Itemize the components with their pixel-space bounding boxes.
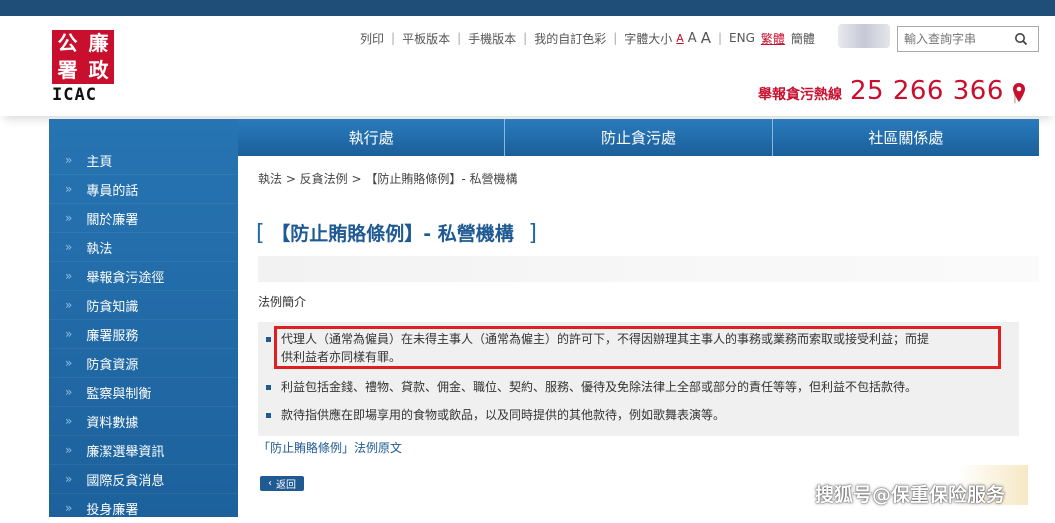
sidebar-item-elections[interactable]: » 廉潔選舉資訊 [49, 436, 238, 465]
seal-char: 政 [88, 58, 109, 82]
sidebar-item-careers[interactable]: » 投身廉署 [49, 494, 238, 523]
site-header: 公 廉 署 政 ICAC 列印 | 平板版本 | 手機版本 | 我的自訂色彩 | 字體大… [0, 16, 1055, 116]
sidebar-item-label: 防貪資源 [86, 357, 139, 373]
seal-char: 公 [57, 31, 78, 55]
list-item: 代理人（通常為僱員）在未得主事人（通常為僱主）的許可下，不得因辦理其主事人的事務… [266, 330, 929, 349]
page-title-text: 【防止賄賂條例】- 私營機構 [271, 223, 514, 245]
font-size-large[interactable]: A [701, 29, 711, 47]
bullet-icon [266, 413, 271, 418]
print-link[interactable]: 列印 [360, 30, 384, 47]
main-content: 執法 > 反貪法例 > 【防止賄賂條例】- 私營機構 [ 【防止賄賂條例】- 私… [238, 156, 1039, 517]
sidebar-item-commissioner[interactable]: » 專員的話 [49, 175, 238, 204]
chevron-right-icon: » [65, 327, 73, 341]
hotline-label: 舉報貪污熱線 [758, 87, 842, 103]
watermark: 搜狐号@保重保险服务 [815, 484, 1006, 506]
section-title: 法例簡介 [258, 295, 307, 309]
sidebar-item-enforcement[interactable]: » 執法 [49, 233, 238, 262]
chevron-right-icon: » [65, 443, 73, 457]
logo-text: ICAC [52, 85, 97, 105]
chevron-right-icon: » [65, 414, 73, 428]
custom-colors-link[interactable]: 我的自訂色彩 [534, 30, 606, 47]
logo-seal: 公 廉 署 政 [52, 30, 114, 84]
utility-links: 列印 | 平板版本 | 手機版本 | 我的自訂色彩 | 字體大小 A A A | ENG … [360, 29, 815, 47]
seal-char: 廉 [88, 31, 109, 55]
sidebar-item-resources[interactable]: » 防貪資源 [49, 349, 238, 378]
list-item-continuation: 供利益者亦同樣有罪。 [281, 350, 402, 364]
bullet-text: 利益包括金錢、禮物、貸款、佣金、職位、契約、服務、優待及免除法律上全部或部分的責… [281, 380, 918, 394]
tab-corruption-prevention[interactable]: 防止貪污處 [505, 119, 773, 156]
chevron-right-icon: » [65, 356, 73, 370]
sidebar-item-knowledge[interactable]: » 防貪知識 [49, 291, 238, 320]
hotline: 舉報貪污熱線 25 266 366 | [758, 76, 1026, 106]
sidebar-item-label: 專員的話 [86, 183, 139, 199]
chevron-right-icon: » [65, 182, 73, 196]
hotline-number[interactable]: 25 266 366 [850, 76, 1004, 106]
traditional-chinese-link[interactable]: 繁體 [761, 30, 785, 47]
tab-operations[interactable]: 執行處 [238, 119, 506, 156]
bullet-icon [266, 337, 271, 342]
english-link[interactable]: ENG [729, 31, 755, 45]
sidebar-item-label: 關於廉署 [86, 212, 139, 228]
bullet-text: 款待指供應在即場享用的食物或飲品，以及同時提供的其他款待，例如歌舞表演等。 [281, 408, 726, 422]
sidebar-item-label: 廉署服務 [86, 328, 139, 344]
faded-banner [258, 256, 1039, 282]
sidebar-item-label: 防貪知識 [86, 299, 139, 315]
sidebar-nav: » 主頁 » 專員的話 » 關於廉署 » 執法 » 舉報貪污途徑 » 防貪知識 » 廉署服務 … [49, 119, 238, 523]
seal-char: 署 [57, 58, 78, 82]
page-title: [ 【防止賄賂條例】- 私營機構 ] [256, 221, 537, 246]
sidebar-item-services[interactable]: » 廉署服務 [49, 320, 238, 349]
bullet-text: 代理人（通常為僱員）在未得主事人（通常為僱主）的許可下，不得因辦理其主事人的事務… [281, 332, 930, 346]
chevron-right-icon: » [65, 153, 73, 167]
sidebar-item-label: 投身廉署 [86, 502, 139, 518]
chevron-right-icon: » [65, 385, 73, 399]
sidebar-item-label: 執法 [86, 241, 113, 257]
font-size-label: 字體大小 [624, 31, 673, 46]
tab-community-relations[interactable]: 社區關係處 [773, 119, 1039, 156]
sidebar-item-about[interactable]: » 關於廉署 [49, 204, 238, 233]
list-item: 款待指供應在即場享用的食物或飲品，以及同時提供的其他款待，例如歌舞表演等。 [266, 406, 725, 425]
font-size-small[interactable]: A [676, 32, 684, 45]
icac-logo[interactable]: 公 廉 署 政 ICAC [52, 30, 114, 105]
list-item: 利益包括金錢、禮物、貸款、佣金、職位、契約、服務、優待及免除法律上全部或部分的責… [266, 378, 917, 397]
mobile-version-link[interactable]: 手機版本 [468, 30, 516, 47]
search-box [897, 26, 1039, 52]
search-icon[interactable] [1010, 28, 1032, 50]
back-button[interactable]: ‹ 返回 [260, 476, 304, 491]
sidebar-item-report[interactable]: » 舉報貪污途徑 [49, 262, 238, 291]
sidebar-item-checks[interactable]: » 監察與制衡 [49, 378, 238, 407]
sidebar-item-label: 監察與制衡 [86, 386, 152, 402]
simplified-chinese-link[interactable]: 簡體 [791, 30, 815, 47]
location-pin-icon[interactable] [1011, 82, 1027, 108]
sidebar-item-label: 主頁 [86, 154, 113, 170]
sidebar-item-label: 廉潔選舉資訊 [86, 444, 165, 460]
sidebar-item-international[interactable]: » 國際反貪消息 [49, 465, 238, 494]
breadcrumb[interactable]: 執法 > 反貪法例 > 【防止賄賂條例】- 私營機構 [258, 170, 518, 187]
summary-box: 代理人（通常為僱員）在未得主事人（通常為僱主）的許可下，不得因辦理其主事人的事務… [258, 322, 1019, 436]
chevron-right-icon: » [65, 501, 73, 515]
chevron-right-icon: » [65, 472, 73, 486]
sidebar-item-data[interactable]: » 資料數據 [49, 407, 238, 436]
tablet-version-link[interactable]: 平板版本 [402, 30, 450, 47]
main-nav-tabs: 執行處 防止貪污處 社區關係處 [238, 119, 1039, 156]
bullet-icon [266, 385, 271, 390]
chevron-right-icon: » [65, 298, 73, 312]
top-bar [0, 0, 1055, 16]
sidebar-item-label: 國際反貪消息 [86, 473, 165, 489]
chevron-left-icon: ‹ [268, 478, 272, 489]
chevron-right-icon: » [65, 269, 73, 283]
back-button-label: 返回 [276, 480, 296, 491]
search-input[interactable] [898, 28, 1010, 50]
chevron-right-icon: » [65, 240, 73, 254]
font-size-medium[interactable]: A [688, 31, 697, 46]
chevron-right-icon: » [65, 211, 73, 225]
blurred-element [838, 24, 890, 48]
sidebar-item-label: 資料數據 [86, 415, 139, 431]
sidebar-item-home[interactable]: » 主頁 [49, 146, 238, 175]
law-text-link[interactable]: 「防止賄賂條例」法例原文 [258, 439, 402, 456]
sidebar-item-label: 舉報貪污途徑 [86, 270, 165, 286]
